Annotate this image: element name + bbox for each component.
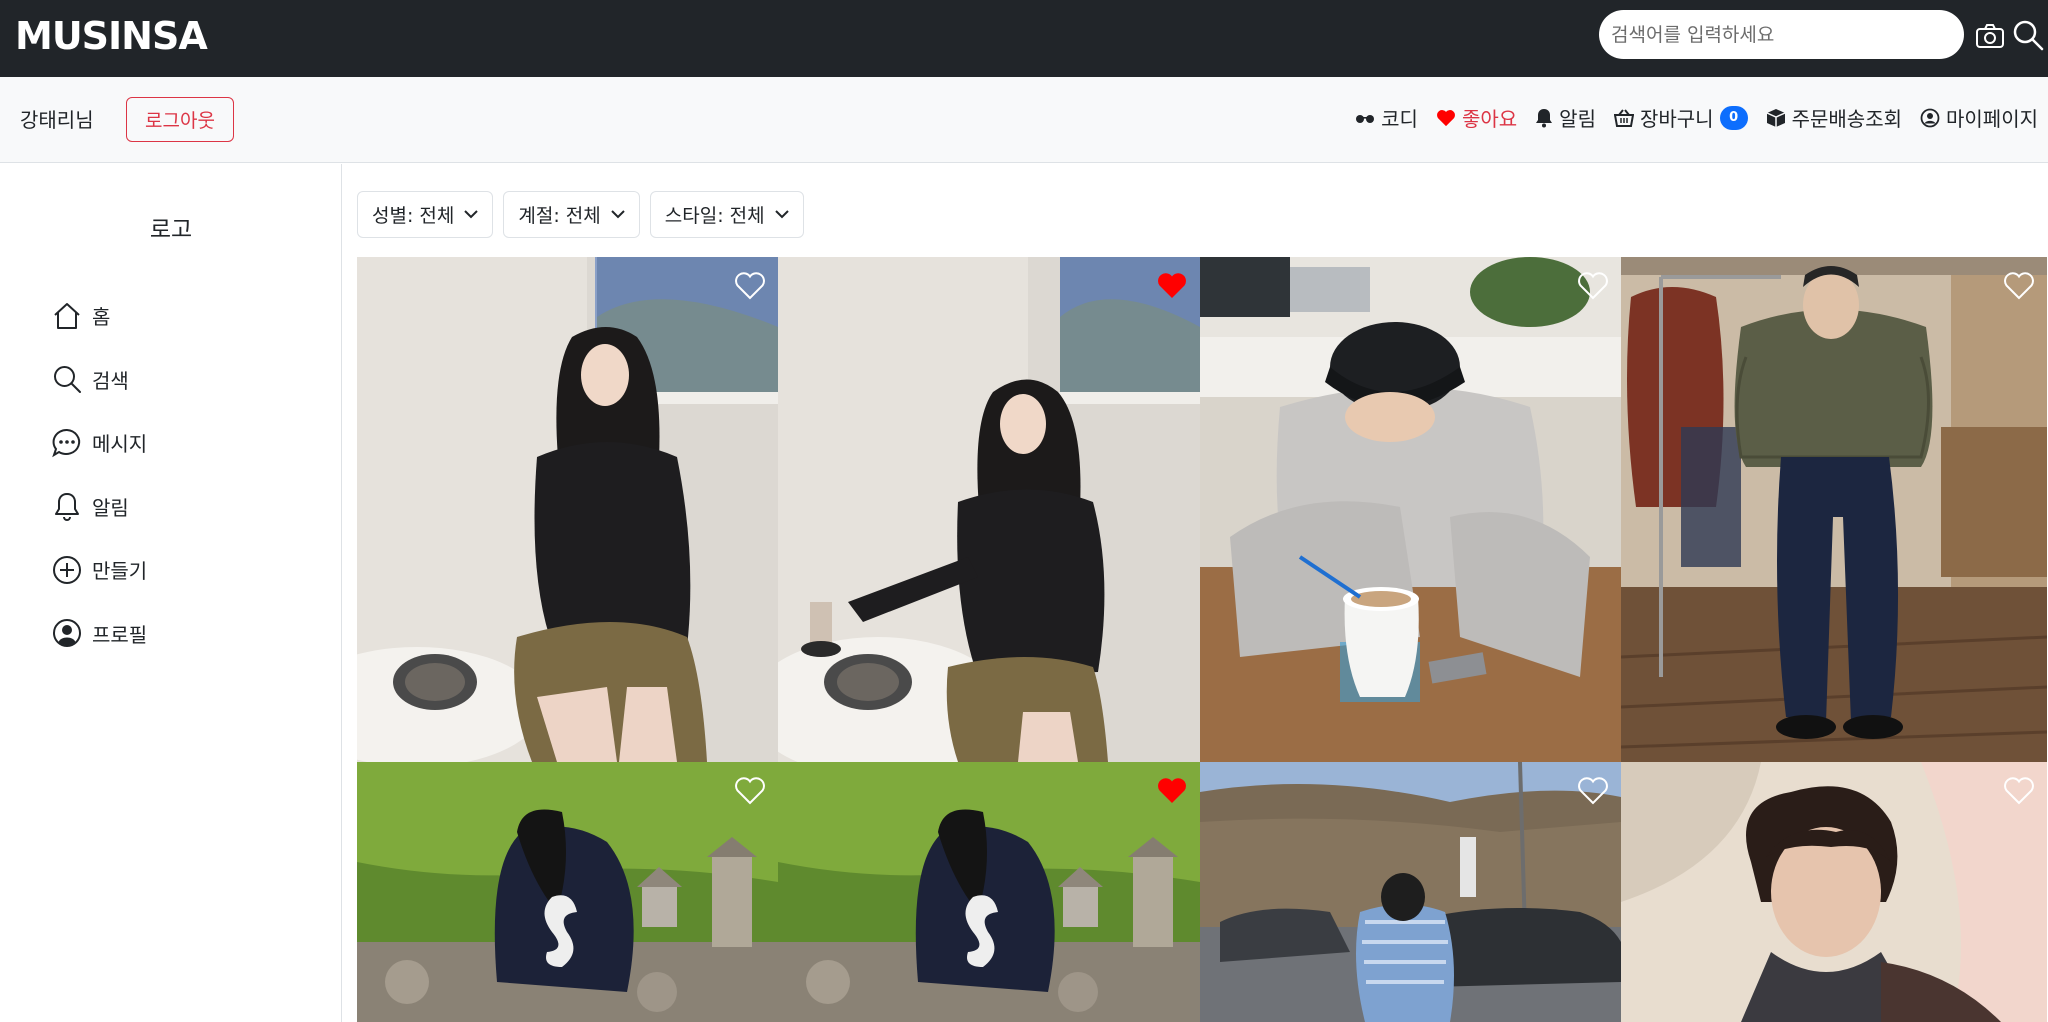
sidebar-item-search[interactable]: 검색 [52, 348, 147, 412]
nav-mypage-link[interactable]: 마이페이지 [1920, 103, 2038, 132]
gender-filter-dropdown[interactable]: 성별: 전체 [357, 191, 494, 238]
nav-order-label: 주문배송조회 [1791, 107, 1902, 131]
nav-like-label: 좋아요 [1461, 107, 1518, 131]
sidebar-logo: 로고 [149, 217, 193, 243]
filter-label: 계절: 전체 [518, 205, 601, 227]
search-bar[interactable] [1599, 10, 1964, 59]
message-icon [52, 428, 81, 457]
filter-label: 스타일: 전체 [664, 205, 765, 227]
sidebar-item-label: 만들기 [92, 559, 148, 584]
user-circle-icon [1920, 108, 1940, 127]
sidebar: 로고 홈 검색 메시지 알림 만들기 프로필 [0, 164, 342, 1022]
nav-cart-label: 장바구니 [1639, 107, 1714, 131]
chevron-down-icon [611, 210, 625, 219]
nav-order-link[interactable]: 주문배송조회 [1766, 103, 1902, 132]
filter-label: 성별: 전체 [372, 205, 455, 227]
user-bar: 강태리님 로그아웃 코디 좋아요 알림 장바구니 0 주문배송조회 마이페이지 [0, 77, 2048, 163]
bell-icon [55, 493, 79, 522]
sunglasses-icon [1356, 114, 1375, 123]
top-navbar: MUSINSA [0, 0, 2048, 77]
cart-count-badge: 0 [1719, 105, 1748, 130]
profile-icon [53, 619, 81, 648]
plus-circle-icon [53, 555, 81, 584]
heart-outline-icon[interactable] [1577, 271, 1609, 301]
heart-outline-icon[interactable] [2003, 271, 2035, 301]
sidebar-item-notifications[interactable]: 알림 [52, 475, 147, 539]
post-card[interactable] [357, 762, 778, 1022]
heart-outline-icon[interactable] [734, 271, 766, 301]
heart-filled-icon[interactable] [1156, 776, 1188, 806]
sidebar-item-profile[interactable]: 프로필 [52, 602, 147, 666]
nav-cart-link[interactable]: 장바구니 0 [1613, 103, 1748, 132]
post-card[interactable] [778, 257, 1200, 762]
sidebar-menu: 홈 검색 메시지 알림 만들기 프로필 [52, 284, 147, 665]
nav-codi-link[interactable]: 코디 [1355, 103, 1418, 132]
post-photo [1621, 257, 2047, 762]
heart-filled-icon[interactable] [1156, 271, 1188, 301]
post-card[interactable] [1621, 257, 2047, 762]
post-photo [357, 257, 778, 762]
nav-notify-label: 알림 [1559, 107, 1596, 131]
basket-icon [1613, 108, 1634, 127]
post-card[interactable] [1621, 762, 2047, 1022]
chevron-down-icon [774, 210, 789, 219]
user-nav-links: 코디 좋아요 알림 장바구니 0 주문배송조회 마이페이지 [1337, 103, 2038, 132]
heart-outline-icon[interactable] [1577, 776, 1609, 806]
post-card[interactable] [1200, 257, 1621, 762]
post-photo [778, 762, 1200, 1022]
post-grid [357, 257, 2047, 1022]
post-photo [778, 257, 1200, 762]
season-filter-dropdown[interactable]: 계절: 전체 [503, 191, 640, 238]
style-filter-dropdown[interactable]: 스타일: 전체 [649, 191, 804, 238]
sidebar-item-label: 알림 [92, 495, 129, 520]
heart-outline-icon[interactable] [734, 776, 766, 806]
sidebar-item-label: 홈 [92, 305, 111, 330]
search-icon[interactable] [2012, 19, 2044, 51]
post-card[interactable] [778, 762, 1200, 1022]
post-photo [1200, 257, 1621, 762]
heart-outline-icon[interactable] [2003, 776, 2035, 806]
camera-icon[interactable] [1975, 22, 2005, 50]
sidebar-item-label: 프로필 [92, 622, 148, 647]
nav-codi-label: 코디 [1381, 107, 1418, 131]
post-card[interactable] [1200, 762, 1621, 1022]
nav-notify-link[interactable]: 알림 [1535, 103, 1596, 132]
home-icon [54, 302, 80, 329]
post-photo [1621, 762, 2047, 1022]
nav-mypage-label: 마이페이지 [1946, 107, 2038, 131]
filter-bar: 성별: 전체 계절: 전체 스타일: 전체 [357, 191, 804, 238]
post-photo [357, 762, 778, 1022]
box-icon [1766, 108, 1785, 127]
bell-icon [1536, 108, 1553, 127]
sidebar-item-label: 검색 [92, 368, 129, 393]
nav-like-link[interactable]: 좋아요 [1436, 103, 1517, 132]
post-photo [1200, 762, 1621, 1022]
sidebar-item-create[interactable]: 만들기 [52, 538, 147, 602]
sidebar-item-home[interactable]: 홈 [52, 284, 147, 348]
search-input[interactable] [1611, 10, 1964, 59]
post-card[interactable] [357, 257, 778, 762]
logout-button[interactable]: 로그아웃 [126, 97, 234, 142]
sidebar-item-message[interactable]: 메시지 [52, 411, 147, 475]
search-icon [54, 366, 81, 394]
heart-icon [1437, 109, 1455, 126]
brand-logo[interactable]: MUSINSA [15, 14, 208, 58]
username: 강태리님 [20, 108, 94, 132]
sidebar-item-label: 메시지 [92, 432, 148, 457]
chevron-down-icon [464, 210, 479, 219]
